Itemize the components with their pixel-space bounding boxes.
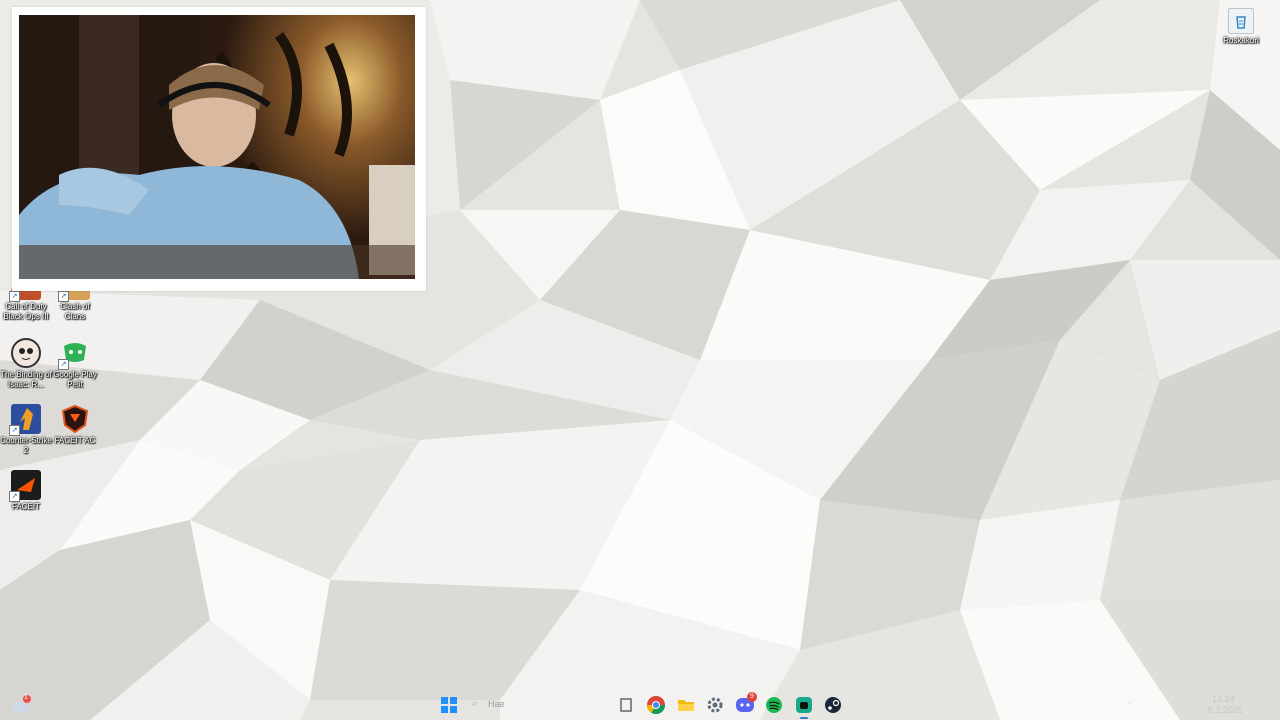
search-box[interactable]: ⌕ Hae: [466, 696, 606, 714]
search-icon: ⌕: [472, 698, 478, 709]
active-indicator: [800, 717, 808, 719]
desktop-icon-google-play-games[interactable]: ↗ Google Play Pelit: [49, 338, 101, 390]
recycle-bin[interactable]: Roskakori: [1215, 8, 1267, 46]
desktop-icon-clash-of-clans[interactable]: ↗ Clash of Clans: [49, 288, 101, 322]
date: 6.2.2025: [1208, 705, 1244, 715]
chevron-up-icon: ⌃: [1126, 700, 1134, 710]
desktop-icon-binding-of-isaac[interactable]: The Binding of Isaac: R...: [0, 338, 52, 390]
taskbar: 1 ⌕ Hae 9 ⌃ 13.24 6.2.2025: [0, 690, 1280, 720]
gear-icon: [707, 697, 723, 713]
desktop-icon-label: FACEIT: [11, 502, 40, 511]
chrome-icon: [647, 696, 665, 715]
desktop-icon-faceit[interactable]: ↗ FACEIT: [0, 470, 52, 512]
taskbar-spotify[interactable]: [764, 695, 784, 715]
taskbar-discord[interactable]: 9: [735, 692, 757, 715]
desktop-icon-label: Google Play Pelit: [53, 370, 97, 389]
task-view-icon: [620, 698, 632, 712]
search-placeholder: Hae: [488, 699, 505, 709]
faceit-icon: ↗: [9, 470, 41, 502]
chatbot-icon: [796, 697, 812, 713]
taskbar-chrome[interactable]: [646, 695, 666, 715]
recycle-bin-label: Roskakori: [1223, 36, 1259, 45]
desktop-icon-label: FACEIT AC: [54, 436, 96, 445]
folder-icon: [678, 700, 694, 711]
desktop-icon-label: The Binding of Isaac: R...: [0, 370, 52, 389]
windows-icon: [441, 697, 457, 713]
webcam-video: [19, 15, 415, 279]
counter-strike-icon: ↗: [9, 404, 41, 436]
webcam-overlay: [12, 7, 426, 291]
desktop-icon-counter-strike[interactable]: ↗ Counter-Strike 2: [0, 404, 52, 456]
taskbar-settings[interactable]: [705, 695, 725, 715]
binding-of-isaac-icon: [11, 338, 41, 368]
spotify-icon: [766, 697, 782, 713]
faceit-ac-icon: [60, 404, 90, 434]
start-button[interactable]: [439, 695, 459, 715]
desktop-icon-label: Call of Duty Black Ops III: [3, 302, 49, 321]
clock: 13.24: [1212, 694, 1235, 704]
taskbar-chatbot[interactable]: [794, 695, 814, 719]
system-tray[interactable]: ⌃ 13.24 6.2.2025: [1120, 694, 1270, 716]
widget-badge: 1: [24, 694, 28, 701]
desktop-icon-faceit-ac[interactable]: FACEIT AC: [49, 404, 101, 446]
desktop-icon-label: Counter-Strike 2: [0, 436, 52, 455]
desktop-icon-call-of-duty[interactable]: ↗ Call of Duty Black Ops III: [0, 288, 52, 322]
task-view-button[interactable]: [616, 695, 636, 715]
google-play-games-icon: ↗: [58, 338, 90, 370]
recycle-bin-icon: [1228, 8, 1254, 34]
desktop-icon-label: Clash of Clans: [60, 302, 90, 321]
weather-widget[interactable]: 1: [10, 693, 32, 715]
discord-badge: 9: [747, 692, 757, 702]
taskbar-steam[interactable]: [823, 695, 843, 715]
steam-icon: [825, 697, 841, 713]
taskbar-file-explorer[interactable]: [676, 695, 696, 715]
